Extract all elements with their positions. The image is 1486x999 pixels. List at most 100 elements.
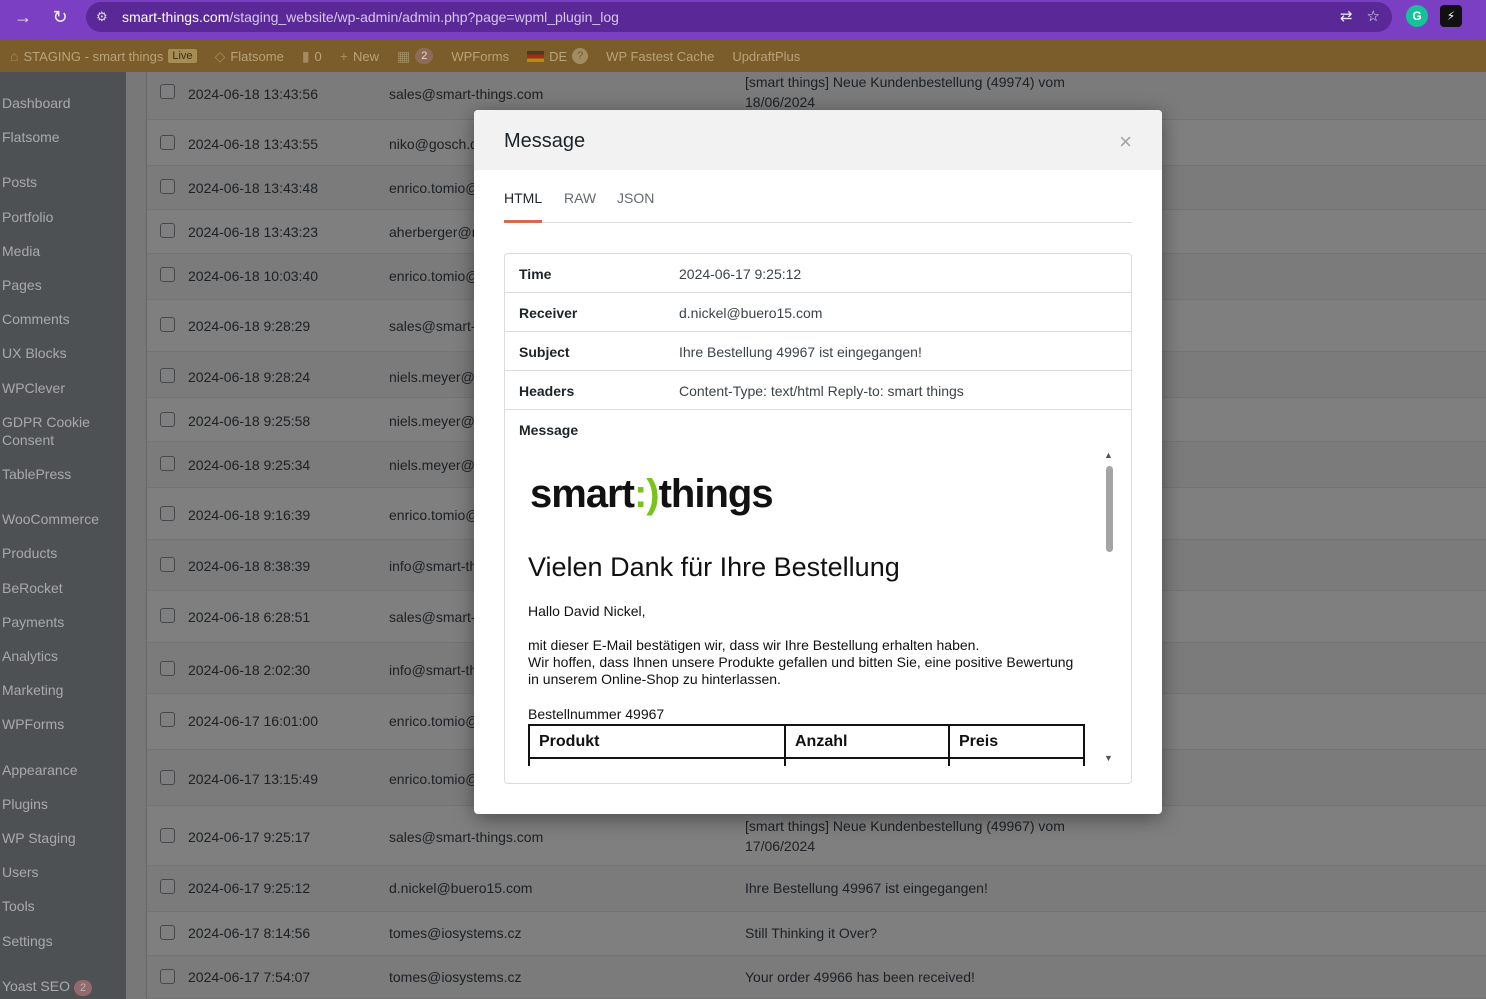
sidebar-item-analytics[interactable]: Analytics xyxy=(2,647,122,665)
row-checkbox[interactable] xyxy=(160,608,175,623)
order-col-price: Preis xyxy=(948,724,1085,759)
sidebar-item-appearance[interactable]: Appearance xyxy=(2,761,122,779)
row-checkbox[interactable] xyxy=(160,223,175,238)
row-checkbox[interactable] xyxy=(160,661,175,676)
sidebar-item-wpforms[interactable]: WPForms xyxy=(2,715,122,733)
bookmark-star-icon[interactable]: ☆ xyxy=(1367,7,1380,25)
row-time: 2024-06-17 7:54:07 xyxy=(188,969,311,985)
comment-icon: ▮ xyxy=(301,47,310,64)
row-time: 2024-06-17 16:01:00 xyxy=(188,713,318,729)
row-checkbox[interactable] xyxy=(160,828,175,843)
row-checkbox[interactable] xyxy=(160,135,175,150)
sidebar-item-dashboard[interactable]: Dashboard xyxy=(2,94,122,112)
row-receiver: sales@smart-things.com xyxy=(389,86,544,102)
email-heading: Vielen Dank für Ihre Bestellung xyxy=(528,552,900,582)
sidebar-item-plugins[interactable]: Plugins xyxy=(2,795,122,813)
row-time: 2024-06-18 10:03:40 xyxy=(188,268,318,284)
sidebar-item-gdpr[interactable]: GDPR Cookie Consent xyxy=(2,413,122,449)
logo-right: things xyxy=(658,472,774,516)
detail-row-receiver: Receiver d.nickel@buero15.com xyxy=(505,293,1131,332)
sidebar-item-comments[interactable]: Comments xyxy=(2,310,122,328)
scroll-thumb[interactable] xyxy=(1106,466,1113,552)
grammarly-extension-icon[interactable]: G xyxy=(1406,5,1428,27)
detail-row-headers: Headers Content-Type: text/html Reply-to… xyxy=(505,371,1131,410)
row-checkbox[interactable] xyxy=(160,712,175,727)
sidebar-item-products[interactable]: Products xyxy=(2,544,122,562)
admin-bar-updates[interactable]: ▦ 2 xyxy=(388,40,442,72)
table-row[interactable]: 2024-06-17 7:54:07 tomes@iosystems.cz Yo… xyxy=(147,956,1486,999)
row-checkbox[interactable] xyxy=(160,770,175,785)
reload-icon[interactable]: ↻ xyxy=(43,0,77,34)
url-host: smart-things.com xyxy=(122,9,230,25)
tab-raw[interactable]: RAW xyxy=(564,190,596,223)
sidebar-item-wp-staging[interactable]: WP Staging xyxy=(2,829,122,847)
address-bar[interactable]: ⚙ smart-things.com/staging_website/wp-ad… xyxy=(86,2,1392,32)
sidebar-item-media[interactable]: Media xyxy=(2,242,122,260)
sidebar-item-posts[interactable]: Posts xyxy=(2,173,122,191)
site-settings-icon[interactable]: ⚙ xyxy=(96,9,108,25)
sidebar-item-yoast-seo[interactable]: Yoast SEO 2 xyxy=(2,977,122,996)
sidebar-item-berocket[interactable]: BeRocket xyxy=(2,579,122,597)
tab-json[interactable]: JSON xyxy=(617,190,654,223)
scroll-down-icon[interactable]: ▼ xyxy=(1104,753,1113,763)
table-row[interactable]: 2024-06-17 8:14:56 tomes@iosystems.cz St… xyxy=(147,912,1486,956)
sidebar-item-users[interactable]: Users xyxy=(2,863,122,881)
table-row[interactable]: 2024-06-17 9:25:12 d.nickel@buero15.com … xyxy=(147,866,1486,912)
row-time: 2024-06-17 9:25:12 xyxy=(188,880,311,896)
home-icon: ⌂ xyxy=(10,48,19,64)
sidebar-item-portfolio[interactable]: Portfolio xyxy=(2,208,122,226)
email-preview[interactable]: smart:)things Vielen Dank für Ihre Beste… xyxy=(506,450,1112,766)
sidebar-item-marketing[interactable]: Marketing xyxy=(2,681,122,699)
detail-key: Time xyxy=(519,266,552,282)
sidebar-item-flatsome[interactable]: Flatsome xyxy=(2,128,122,146)
row-subject: Ihre Bestellung 49967 ist eingegangen! xyxy=(745,880,988,896)
row-checkbox[interactable] xyxy=(160,179,175,194)
german-flag-icon xyxy=(527,50,545,62)
sidebar-item-label: Yoast SEO xyxy=(2,978,70,994)
row-checkbox[interactable] xyxy=(160,412,175,427)
row-checkbox[interactable] xyxy=(160,368,175,383)
row-checkbox[interactable] xyxy=(160,84,175,99)
row-checkbox[interactable] xyxy=(160,879,175,894)
sidebar-item-ux-blocks[interactable]: UX Blocks xyxy=(2,344,122,362)
admin-bar-site[interactable]: ⌂ STAGING - smart things Live xyxy=(0,40,206,72)
row-checkbox[interactable] xyxy=(160,456,175,471)
admin-bar-updraft[interactable]: UpdraftPlus xyxy=(723,40,809,72)
row-checkbox[interactable] xyxy=(160,267,175,282)
admin-bar-language[interactable]: DE ? xyxy=(518,40,597,72)
row-checkbox[interactable] xyxy=(160,969,175,984)
row-checkbox[interactable] xyxy=(160,506,175,521)
sidebar-item-tools[interactable]: Tools xyxy=(2,897,122,915)
order-col-quantity: Anzahl xyxy=(784,724,950,759)
email-paragraph-1: mit dieser E-Mail bestätigen wir, dass w… xyxy=(528,637,980,653)
sidebar-item-payments[interactable]: Payments xyxy=(2,613,122,631)
flatsome-label: Flatsome xyxy=(230,48,284,64)
logo-smile: :) xyxy=(633,472,660,516)
admin-bar-comments[interactable]: ▮ 0 xyxy=(293,40,331,72)
email-scrollbar[interactable]: ▲ ▼ xyxy=(1103,450,1115,766)
translate-icon[interactable]: ⇄ xyxy=(1340,7,1353,25)
admin-bar-flatsome[interactable]: ◇ Flatsome xyxy=(206,40,293,72)
email-greeting: Hallo David Nickel, xyxy=(528,603,646,619)
sidebar-item-wpclever[interactable]: WPClever xyxy=(2,379,122,397)
table-row[interactable]: 2024-06-17 9:25:17 sales@smart-things.co… xyxy=(147,806,1486,866)
close-icon[interactable]: × xyxy=(1119,129,1132,155)
admin-bar-fastest-cache[interactable]: WP Fastest Cache xyxy=(597,40,723,72)
row-checkbox[interactable] xyxy=(160,557,175,572)
row-checkbox[interactable] xyxy=(160,317,175,332)
admin-bar-new[interactable]: + New xyxy=(331,40,388,72)
sidebar-item-settings[interactable]: Settings xyxy=(2,932,122,950)
admin-bar-wpforms[interactable]: WPForms xyxy=(442,40,518,72)
row-receiver: enrico.tomio@ xyxy=(389,268,480,284)
scroll-up-icon[interactable]: ▲ xyxy=(1104,450,1113,460)
sidebar-item-tablepress[interactable]: TablePress xyxy=(2,465,122,483)
forward-icon[interactable]: → xyxy=(6,0,40,34)
extension-icon[interactable]: ⚡ xyxy=(1440,5,1462,27)
tab-html[interactable]: HTML xyxy=(504,190,543,223)
row-checkbox[interactable] xyxy=(160,925,175,940)
message-label: Message xyxy=(519,422,579,438)
sidebar-item-woocommerce[interactable]: WooCommerce xyxy=(2,510,122,528)
message-tabs: HTML RAW JSON xyxy=(504,190,1132,223)
sidebar-item-pages[interactable]: Pages xyxy=(2,276,122,294)
admin-sidebar: Dashboard Flatsome Posts Portfolio Media… xyxy=(0,72,126,999)
